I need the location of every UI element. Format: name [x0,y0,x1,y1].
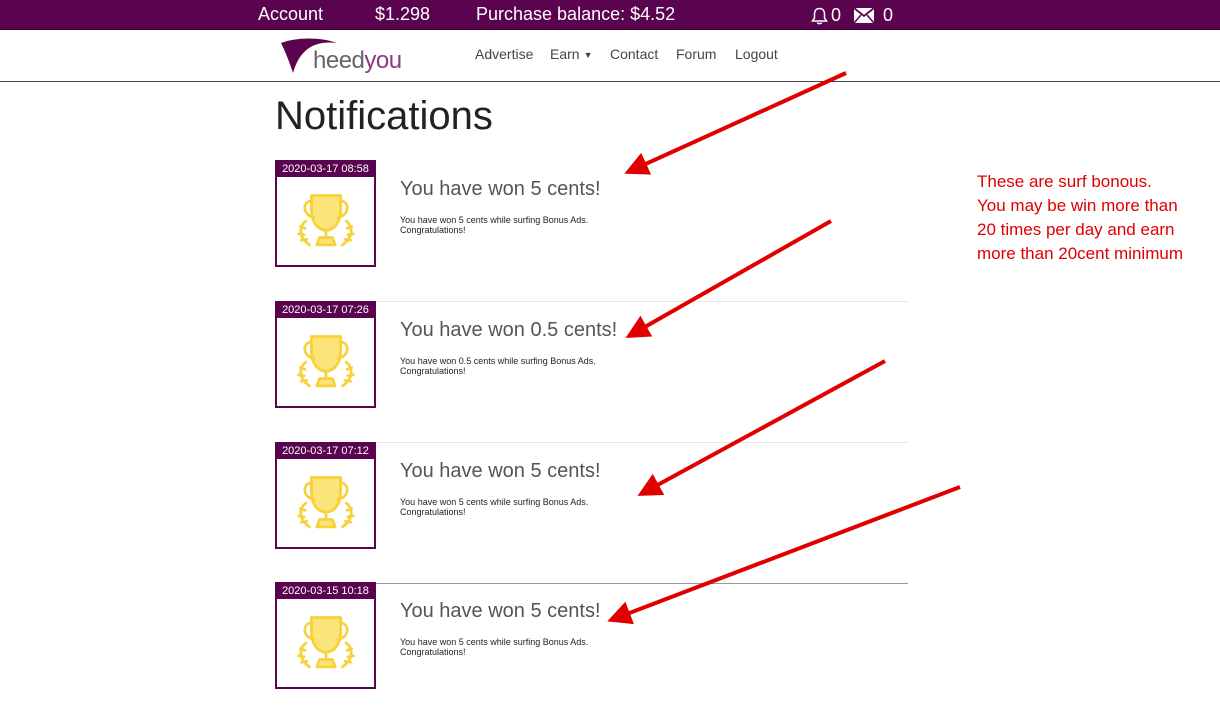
nav-earn-dropdown[interactable]: Earn ▼ [550,46,593,62]
balance-value: $1.298 [375,4,431,24]
notification-item[interactable]: 2020-03-15 10:18 You have won 5 cents! Y… [275,582,908,723]
account-link[interactable]: Account [258,4,323,25]
notification-body: You have won 0.5 cents while surfing Bon… [400,356,630,376]
notification-thumbnail: 2020-03-17 07:12 [275,442,376,549]
notification-body: You have won 5 cents while surfing Bonus… [400,497,630,517]
notification-body-line: Congratulations! [400,647,466,657]
trophy-icon [289,331,363,395]
purchase-balance: Purchase balance: $4.52 [476,4,676,24]
logo-text-you: you [364,47,402,74]
top-bar: Account $1.298 Purchase balance: $4.52 0… [0,0,1220,30]
notification-body: You have won 5 cents while surfing Bonus… [400,637,630,657]
notification-date: 2020-03-17 08:58 [277,162,374,177]
notification-body-line: You have won 0.5 cents while surfing Bon… [400,356,596,366]
notification-title: You have won 0.5 cents! [400,319,618,341]
notification-body: You have won 5 cents while surfing Bonus… [400,215,630,235]
bell-icon [811,7,828,24]
notification-item[interactable]: 2020-03-17 08:58 You have won 5 cents! Y… [275,160,908,302]
notification-title: You have won 5 cents! [400,460,601,482]
nav-earn-label: Earn [550,46,580,62]
mail-icon [853,7,875,24]
annotation-line: You may be win more than [977,196,1178,215]
logo-text-heed: heed [313,47,365,74]
notification-date: 2020-03-15 10:18 [277,584,374,599]
notification-body-line: You have won 5 cents while surfing Bonus… [400,215,589,225]
site-logo[interactable]: heedyou [279,35,404,75]
nav-forum[interactable]: Forum [676,46,716,62]
caret-down-icon: ▼ [583,50,593,61]
notification-body-line: Congratulations! [400,366,466,376]
messages-count: 0 [883,5,894,25]
notification-body-line: Congratulations! [400,507,466,517]
notification-body-line: Congratulations! [400,225,466,235]
messages-button[interactable]: 0 [853,5,893,26]
logo-text: heedyou [313,47,402,75]
page-title: Notifications [275,94,493,138]
notification-item[interactable]: 2020-03-17 07:26 You have won 0.5 cents!… [275,301,908,443]
main-navbar: heedyou Advertise Earn ▼ Contact Forum Lo… [0,30,1220,82]
trophy-icon [289,472,363,536]
notification-thumbnail: 2020-03-17 08:58 [275,160,376,267]
annotation-line: 20 times per day and earn [977,220,1175,239]
notification-thumbnail: 2020-03-17 07:26 [275,301,376,408]
notification-body-line: You have won 5 cents while surfing Bonus… [400,497,589,507]
trophy-icon [289,190,363,254]
annotation-line: more than 20cent minimum [977,244,1183,263]
annotation-arrow [624,71,847,175]
notification-date: 2020-03-17 07:26 [277,303,374,318]
notification-thumbnail: 2020-03-15 10:18 [275,582,376,689]
notifications-button[interactable]: 0 [811,5,841,26]
notification-title: You have won 5 cents! [400,178,601,200]
notification-title: You have won 5 cents! [400,600,601,622]
nav-advertise[interactable]: Advertise [475,46,533,62]
notification-body-line: You have won 5 cents while surfing Bonus… [400,637,589,647]
annotation-note: These are surf bonous. You may be win mo… [977,170,1217,266]
nav-contact[interactable]: Contact [610,46,658,62]
annotation-line: These are surf bonous. [977,172,1152,191]
nav-logout[interactable]: Logout [735,46,778,62]
notifications-count: 0 [831,5,842,25]
notification-item[interactable]: 2020-03-17 07:12 You have won 5 cents! Y… [275,442,908,584]
trophy-icon [289,612,363,676]
notification-date: 2020-03-17 07:12 [277,444,374,459]
